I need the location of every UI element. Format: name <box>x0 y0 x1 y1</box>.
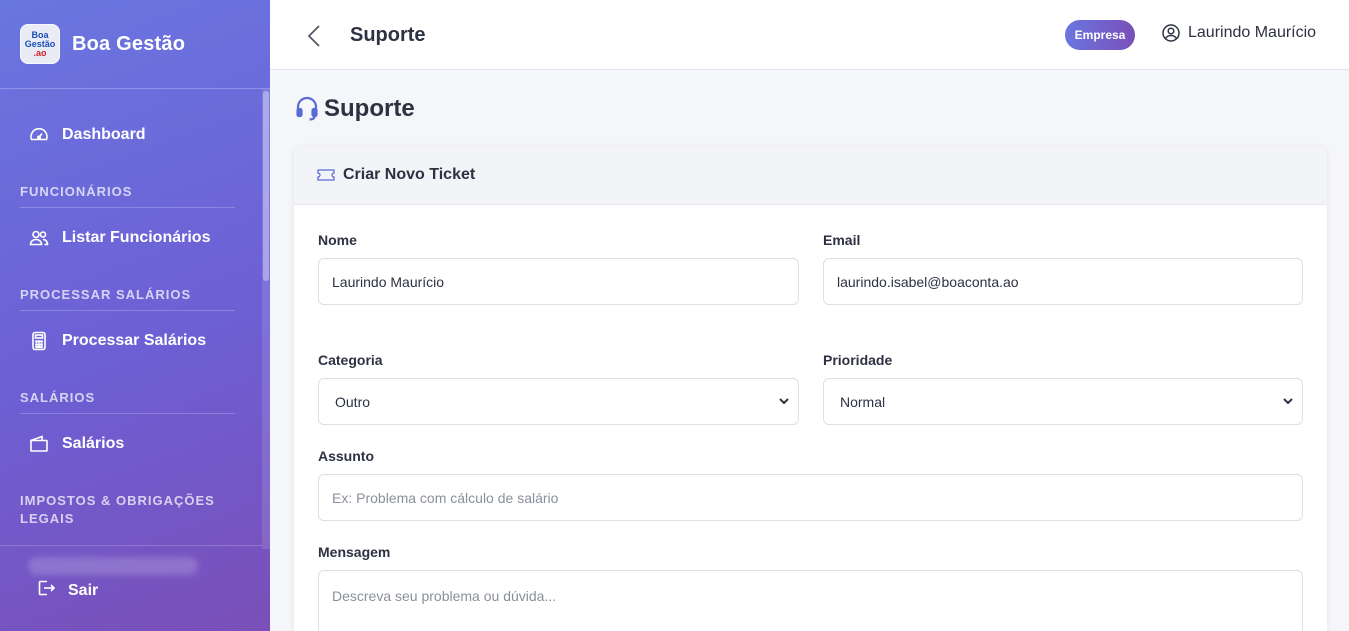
logout-button[interactable]: Sair <box>36 578 98 603</box>
sidebar-item-label: Processar Salários <box>62 332 207 349</box>
logo-text: Boa Gestão <box>24 29 56 49</box>
header-title: Suporte <box>350 24 426 46</box>
scrollbar-thumb[interactable] <box>263 91 269 281</box>
sidebar: Boa Gestão .ao Boa Gestão Dashboard FUNCI… <box>0 0 270 631</box>
category-select[interactable]: Outro <box>318 378 799 425</box>
message-label: Mensagem <box>318 544 391 560</box>
users-icon <box>28 227 50 249</box>
sidebar-item-listar-funcionarios[interactable]: Listar Funcionários <box>28 224 210 252</box>
user-circle-icon <box>1162 24 1180 42</box>
page-title-row: Suporte <box>296 95 415 123</box>
section-divider <box>20 207 235 208</box>
brand-name: Boa Gestão <box>72 32 186 55</box>
priority-value: Normal <box>840 393 886 410</box>
sidebar-item-salarios[interactable]: Salários <box>28 430 124 458</box>
section-divider <box>20 413 235 414</box>
category-label: Categoria <box>318 352 383 368</box>
subject-input[interactable]: Ex: Problema com cálculo de salário <box>318 474 1303 521</box>
logout-icon <box>36 578 56 603</box>
sidebar-item-label: Salários <box>62 435 125 452</box>
ticket-icon <box>317 169 335 181</box>
logo-text-suffix: .ao <box>33 47 47 58</box>
sidebar-item-label: Dashboard <box>62 126 146 143</box>
headset-icon <box>296 96 318 121</box>
priority-select[interactable]: Normal <box>823 378 1303 425</box>
calculator-icon <box>28 330 50 352</box>
logout-area: Sair <box>0 545 262 631</box>
sidebar-scrollbar[interactable] <box>262 89 270 549</box>
email-field[interactable]: laurindo.isabel@boaconta.ao <box>823 258 1303 305</box>
chevron-down-icon <box>1283 398 1293 405</box>
chevron-down-icon <box>779 398 789 405</box>
section-title-processar-salarios: PROCESSAR SALÁRIOS <box>20 287 192 302</box>
message-textarea[interactable]: Descreva seu problema ou dúvida... <box>318 570 1303 631</box>
chevron-left-icon <box>307 25 320 47</box>
name-label: Nome <box>318 232 357 248</box>
speedometer-icon <box>28 124 50 146</box>
card-title: Criar Novo Ticket <box>343 166 476 183</box>
company-badge: Empresa <box>1065 20 1135 50</box>
logout-label: Sair <box>68 581 99 599</box>
section-title-salarios: SALÁRIOS <box>20 390 96 405</box>
section-divider <box>20 310 235 311</box>
subject-label: Assunto <box>318 448 374 464</box>
sidebar-item-dashboard[interactable]: Dashboard <box>28 121 146 149</box>
sidebar-item-processar-salarios[interactable]: Processar Salários <box>28 327 206 355</box>
email-label: Email <box>823 232 861 248</box>
brand[interactable]: Boa Gestão .ao Boa Gestão <box>0 0 270 89</box>
user-name: Laurindo Maurício <box>1188 24 1317 41</box>
section-title-impostos: IMPOSTOS & OBRIGAÇÕES LEGAIS <box>20 493 215 526</box>
wallet-icon <box>28 433 50 455</box>
priority-label: Prioridade <box>823 352 893 368</box>
card-header: Criar Novo Ticket <box>294 146 1327 205</box>
page-title: Suporte <box>324 95 415 122</box>
brand-logo: Boa Gestão .ao <box>20 24 60 64</box>
name-field[interactable]: Laurindo Maurício <box>318 258 799 305</box>
sidebar-item-label: Listar Funcionários <box>62 229 211 246</box>
user-menu[interactable]: Laurindo Maurício <box>1162 24 1316 42</box>
top-header: Suporte Empresa Laurindo Maurício <box>270 0 1349 70</box>
back-button[interactable] <box>304 24 326 48</box>
section-title-funcionarios: FUNCIONÁRIOS <box>20 184 133 199</box>
category-value: Outro <box>335 393 371 410</box>
